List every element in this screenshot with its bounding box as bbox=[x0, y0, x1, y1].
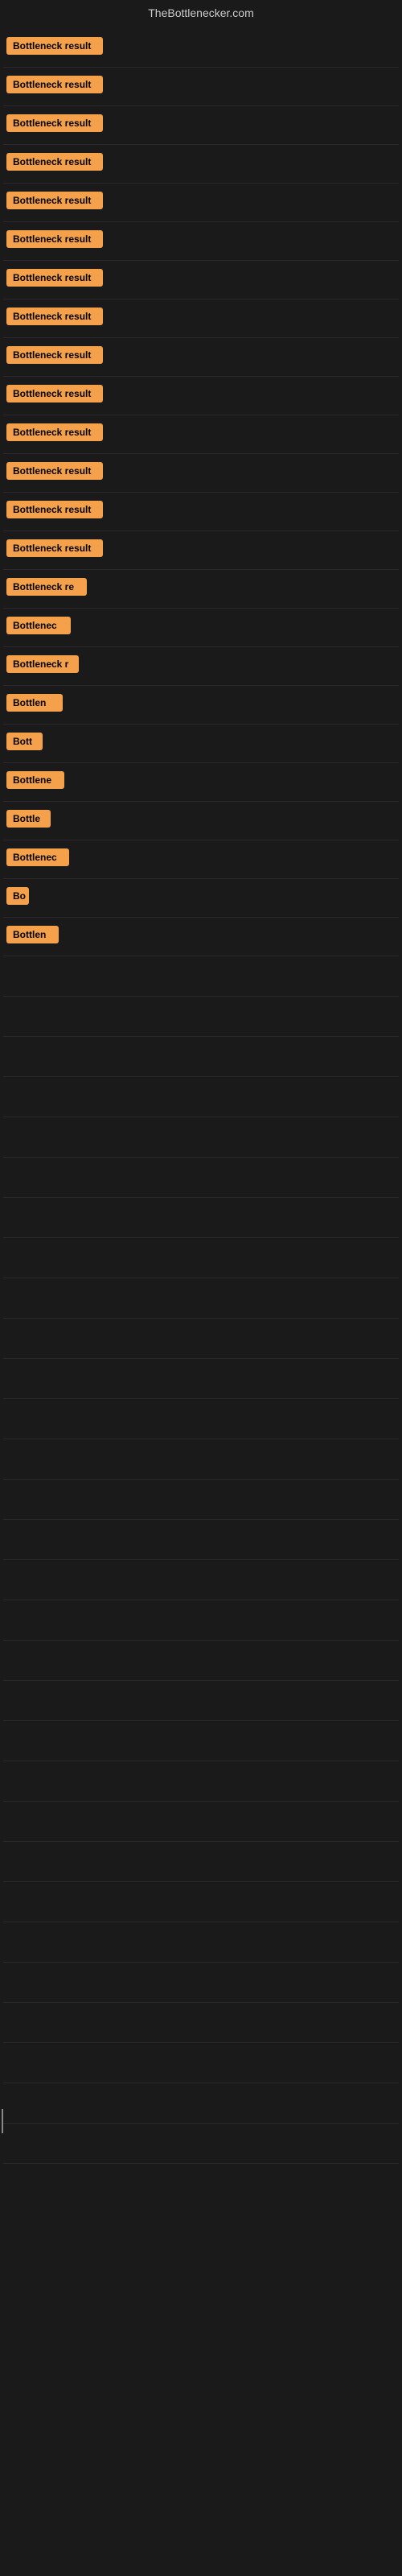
bottleneck-badge-23[interactable]: Bo bbox=[6, 887, 29, 905]
spacer-row-20 bbox=[3, 1761, 399, 1802]
result-row-24: Bottlen bbox=[3, 918, 399, 956]
spacer-row-15 bbox=[3, 1560, 399, 1600]
result-row-18: Bottlen bbox=[3, 686, 399, 724]
spacer-row-14 bbox=[3, 1520, 399, 1560]
bottleneck-badge-7[interactable]: Bottleneck result bbox=[6, 269, 103, 287]
spacer-row-18 bbox=[3, 1681, 399, 1721]
result-row-19: Bott bbox=[3, 724, 399, 763]
spacer-row-16 bbox=[3, 1600, 399, 1641]
result-row-13: Bottleneck result bbox=[3, 493, 399, 531]
bottleneck-badge-19[interactable]: Bott bbox=[6, 733, 43, 750]
bottleneck-badge-17[interactable]: Bottleneck r bbox=[6, 655, 79, 673]
result-row-5: Bottleneck result bbox=[3, 184, 399, 222]
site-title: TheBottlenecker.com bbox=[148, 6, 254, 19]
result-row-14: Bottleneck result bbox=[3, 531, 399, 570]
bottleneck-badge-15[interactable]: Bottleneck re bbox=[6, 578, 87, 596]
bottleneck-badge-16[interactable]: Bottlenec bbox=[6, 617, 71, 634]
bottleneck-badge-24[interactable]: Bottlen bbox=[6, 926, 59, 943]
result-row-20: Bottlene bbox=[3, 763, 399, 802]
result-row-4: Bottleneck result bbox=[3, 145, 399, 184]
spacer-row-24 bbox=[3, 1922, 399, 1963]
cursor-indicator bbox=[2, 2109, 3, 2133]
bottleneck-badge-8[interactable]: Bottleneck result bbox=[6, 308, 103, 325]
spacer-row-26 bbox=[3, 2003, 399, 2043]
bottleneck-badge-9[interactable]: Bottleneck result bbox=[6, 346, 103, 364]
spacer-row-11 bbox=[3, 1399, 399, 1439]
bottleneck-badge-12[interactable]: Bottleneck result bbox=[6, 462, 103, 480]
spacer-row-9 bbox=[3, 1319, 399, 1359]
spacer-row-2 bbox=[3, 1037, 399, 1077]
result-row-21: Bottle bbox=[3, 802, 399, 840]
result-row-11: Bottleneck result bbox=[3, 415, 399, 454]
spacer-row-5 bbox=[3, 1158, 399, 1198]
spacer-row-27 bbox=[3, 2043, 399, 2083]
bottleneck-badge-20[interactable]: Bottlene bbox=[6, 771, 64, 789]
spacer-row-10 bbox=[3, 1359, 399, 1399]
bottleneck-badge-2[interactable]: Bottleneck result bbox=[6, 76, 103, 93]
bottleneck-badge-3[interactable]: Bottleneck result bbox=[6, 114, 103, 132]
spacer-row-7 bbox=[3, 1238, 399, 1278]
result-row-23: Bo bbox=[3, 879, 399, 918]
result-row-15: Bottleneck re bbox=[3, 570, 399, 609]
spacer-row-23 bbox=[3, 1882, 399, 1922]
result-row-7: Bottleneck result bbox=[3, 261, 399, 299]
result-row-9: Bottleneck result bbox=[3, 338, 399, 377]
spacer-row-1 bbox=[3, 997, 399, 1037]
spacer-row-4 bbox=[3, 1117, 399, 1158]
spacer-row-13 bbox=[3, 1480, 399, 1520]
bottleneck-badge-22[interactable]: Bottlenec bbox=[6, 848, 69, 866]
spacer-row-12 bbox=[3, 1439, 399, 1480]
bottleneck-badge-4[interactable]: Bottleneck result bbox=[6, 153, 103, 171]
spacer-row-22 bbox=[3, 1842, 399, 1882]
bottleneck-badge-6[interactable]: Bottleneck result bbox=[6, 230, 103, 248]
result-row-12: Bottleneck result bbox=[3, 454, 399, 493]
result-row-16: Bottlenec bbox=[3, 609, 399, 647]
bottleneck-badge-11[interactable]: Bottleneck result bbox=[6, 423, 103, 441]
result-row-2: Bottleneck result bbox=[3, 68, 399, 106]
spacer-row-17 bbox=[3, 1641, 399, 1681]
results-container: Bottleneck result Bottleneck result Bottle… bbox=[0, 26, 402, 2167]
bottleneck-badge-21[interactable]: Bottle bbox=[6, 810, 51, 828]
result-row-22: Bottlenec bbox=[3, 840, 399, 879]
bottleneck-badge-14[interactable]: Bottleneck result bbox=[6, 539, 103, 557]
spacer-row-28 bbox=[3, 2083, 399, 2124]
bottleneck-badge-1[interactable]: Bottleneck result bbox=[6, 37, 103, 55]
result-row-8: Bottleneck result bbox=[3, 299, 399, 338]
spacer-row-3 bbox=[3, 1077, 399, 1117]
result-row-17: Bottleneck r bbox=[3, 647, 399, 686]
bottleneck-badge-5[interactable]: Bottleneck result bbox=[6, 192, 103, 209]
spacer-row-29 bbox=[3, 2124, 399, 2164]
result-row-6: Bottleneck result bbox=[3, 222, 399, 261]
bottleneck-badge-18[interactable]: Bottlen bbox=[6, 694, 63, 712]
result-row-10: Bottleneck result bbox=[3, 377, 399, 415]
site-header: TheBottlenecker.com bbox=[0, 0, 402, 26]
bottleneck-badge-10[interactable]: Bottleneck result bbox=[6, 385, 103, 402]
spacer-row-8 bbox=[3, 1278, 399, 1319]
spacer-row-0 bbox=[3, 956, 399, 997]
result-row-1: Bottleneck result bbox=[3, 29, 399, 68]
spacer-row-19 bbox=[3, 1721, 399, 1761]
spacer-row-25 bbox=[3, 1963, 399, 2003]
bottleneck-badge-13[interactable]: Bottleneck result bbox=[6, 501, 103, 518]
spacer-row-6 bbox=[3, 1198, 399, 1238]
result-row-3: Bottleneck result bbox=[3, 106, 399, 145]
spacer-row-21 bbox=[3, 1802, 399, 1842]
